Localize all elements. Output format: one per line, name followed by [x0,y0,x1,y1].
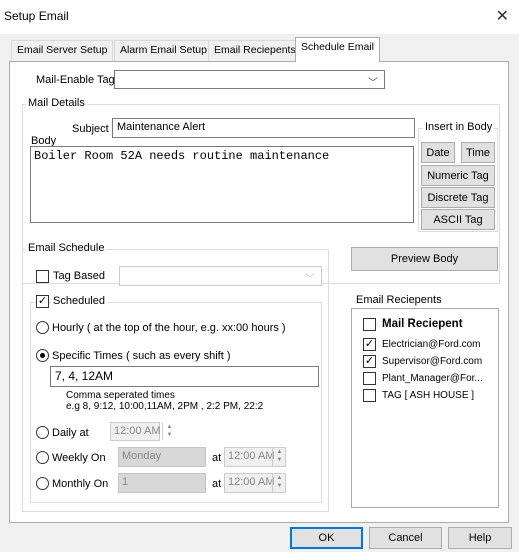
title-bar: Setup Email ✕ [0,0,519,34]
recipient-header-checkbox[interactable] [363,318,376,331]
scheduled-checkbox[interactable]: ✓ [36,295,49,308]
monthly-label: Monthly On [52,478,109,490]
insert-date-button[interactable]: Date [421,142,455,163]
recipient-label: TAG [ ASH HOUSE ] [382,390,475,401]
insert-in-body-title: Insert in Body [423,121,495,133]
tab-alarm-email-setup[interactable]: Alarm Email Setup [114,40,213,61]
insert-discrete-tag-button[interactable]: Discrete Tag [421,187,495,208]
recipient-checkbox[interactable] [363,389,376,402]
email-schedule-title: Email Schedule [26,242,107,254]
specific-times-hint-2: e.g 8, 9:12, 10:00,11AM, 2PM , 2:2 PM, 2… [66,401,264,412]
monthly-day-combo[interactable]: 1 [118,473,206,493]
mail-enable-tag-combo[interactable]: ﹀ [114,70,385,89]
weekly-time-spinner[interactable]: ▲ ▼ [272,448,286,466]
preview-body-button[interactable]: Preview Body [351,247,498,271]
tab-schedule-email[interactable]: Schedule Email [295,37,380,62]
recipient-checkbox[interactable]: ✓ [363,355,376,368]
recipient-label: Supervisor@Ford.com [382,356,483,367]
weekly-radio[interactable] [36,451,49,464]
specific-times-label: Specific Times ( such as every shift ) [52,350,231,362]
setup-email-dialog: Setup Email ✕ Email Server Setup Alarm E… [0,0,519,552]
recipient-label: Plant_Manager@For... [382,373,483,384]
cancel-button[interactable]: Cancel [369,527,442,549]
tab-email-reciepents[interactable]: Email Reciepents [208,40,302,61]
tag-based-label: Tag Based [53,270,105,282]
ok-button[interactable]: OK [290,527,363,549]
recipients-title: Email Reciepents [356,294,442,306]
chevron-down-icon: ﹀ [368,78,378,89]
schedule-email-panel: Mail-Enable Tag ﹀ Mail Details Subject M… [9,61,509,523]
mail-enable-tag-label: Mail-Enable Tag [36,74,115,86]
tag-based-checkbox[interactable] [36,270,49,283]
insert-ascii-tag-button[interactable]: ASCII Tag [421,209,495,230]
hourly-radio[interactable] [36,321,49,334]
insert-time-button[interactable]: Time [461,142,495,163]
help-button[interactable]: Help [448,527,512,549]
weekly-at-label: at [212,452,222,464]
subject-input[interactable]: Maintenance Alert [112,118,415,138]
recipient-label: Electrician@Ford.com [382,339,481,350]
tag-based-combo[interactable]: ﹀ [119,266,322,286]
weekly-day-combo[interactable]: Monday [118,447,206,467]
scheduled-label: Scheduled [51,295,107,307]
monthly-at-label: at [212,478,222,490]
tab-email-server-setup[interactable]: Email Server Setup [11,40,114,61]
subject-label: Subject [72,123,109,135]
specific-times-hint-1: Comma seperated times [66,390,175,401]
specific-times-radio[interactable] [36,349,49,362]
mail-details-title: Mail Details [26,97,87,109]
recipient-checkbox[interactable] [363,372,376,385]
monthly-radio[interactable] [36,477,49,490]
close-icon[interactable]: ✕ [496,6,509,26]
daily-time-field[interactable]: 12:00 AM [110,422,160,441]
daily-time-spinner[interactable]: ▲ ▼ [162,423,176,440]
recipient-checkbox[interactable]: ✓ [363,338,376,351]
button-bar: OK Cancel Help [0,524,519,552]
insert-numeric-tag-button[interactable]: Numeric Tag [421,165,495,186]
recipient-header-label: Mail Reciepent [382,318,463,330]
specific-times-input[interactable]: 7, 4, 12AM [50,366,319,387]
window-title: Setup Email [4,9,69,23]
weekly-label: Weekly On [52,452,106,464]
hourly-label: Hourly ( at the top of the hour, e.g. xx… [52,322,286,334]
chevron-down-icon: ﹀ [305,274,315,285]
daily-radio[interactable] [36,426,49,439]
body-textarea[interactable]: Boiler Room 52A needs routine maintenanc… [30,146,414,223]
daily-label: Daily at [52,427,89,439]
monthly-time-spinner[interactable]: ▲ ▼ [272,474,286,492]
